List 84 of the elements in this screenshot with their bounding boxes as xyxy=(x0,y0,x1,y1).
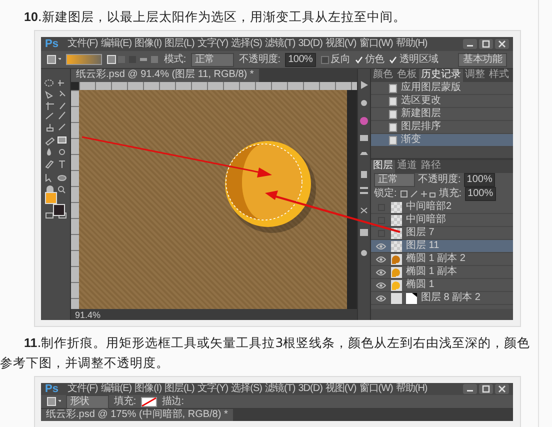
visibility-icon[interactable] xyxy=(376,242,386,250)
visibility-icon[interactable] xyxy=(376,268,386,276)
fill-swatch[interactable] xyxy=(140,396,157,406)
app-logo: Ps xyxy=(45,383,58,395)
checkbox-label: 透明区域 xyxy=(399,54,438,66)
checkbox[interactable] xyxy=(320,56,329,64)
menu-item[interactable]: 视图(V) xyxy=(325,383,356,395)
document-tab[interactable]: 纸云彩.psd @ 91.4% (图层 11, RGB/8) * xyxy=(71,69,259,82)
checkbox-label: 仿色 xyxy=(364,54,384,66)
history-item[interactable]: 应用图层蒙版 xyxy=(371,82,513,95)
blend-mode-dropdown[interactable]: 正常 xyxy=(374,173,415,187)
history-item[interactable]: 选区更改 xyxy=(371,95,513,108)
option-label: 不透明度: xyxy=(238,54,280,66)
panel-tab[interactable]: 颜色 xyxy=(371,69,395,82)
menu-item[interactable]: 文件(F) xyxy=(67,38,98,50)
foreground-color-swatch[interactable] xyxy=(44,192,56,204)
layer-row[interactable]: 中间暗部 xyxy=(371,214,513,227)
layer-thumbnail xyxy=(391,202,402,212)
menu-item[interactable]: 图像(I) xyxy=(134,38,162,50)
layer-thumbnail xyxy=(391,214,402,226)
layer-row[interactable]: 中间暗部2 xyxy=(371,201,513,214)
visibility-icon[interactable] xyxy=(376,282,386,288)
menu-item[interactable]: 3D(D) xyxy=(298,38,322,50)
gradient-picker[interactable] xyxy=(66,54,102,65)
panel-tab[interactable]: 通道 xyxy=(395,160,419,173)
option-label: 模式: xyxy=(164,54,186,66)
dropdown[interactable]: 形状 xyxy=(66,394,109,408)
panel-tab[interactable]: 历史记录 xyxy=(419,69,463,82)
background-color-swatch[interactable] xyxy=(52,204,64,216)
layer-row[interactable]: 图层 11 xyxy=(371,240,513,253)
layer-thumbnail xyxy=(391,292,417,304)
menu-item[interactable]: 选择(S) xyxy=(231,383,262,395)
history-item[interactable]: 渐变 xyxy=(371,134,513,147)
menu-item[interactable]: 滤镜(T) xyxy=(264,38,296,50)
panel-tab[interactable]: 图层 xyxy=(371,160,395,173)
maximize-icon[interactable] xyxy=(482,40,490,48)
menu-item[interactable]: 编辑(E) xyxy=(100,383,132,395)
menu-item[interactable]: 3D(D) xyxy=(298,383,322,395)
app-logo: Ps xyxy=(45,38,58,50)
gradient-tool-icon[interactable] xyxy=(47,397,61,406)
menu-item[interactable]: 帮助(H) xyxy=(396,383,428,395)
step-text: 11.制作折痕。用矩形选框工具或矢量工具拉3根竖线条，颜色从左到右由浅至深的，颜色参考下图，并调整不透明度。 xyxy=(0,334,532,372)
menu-item[interactable]: 图像(I) xyxy=(134,383,162,395)
menu-item[interactable]: 帮助(H) xyxy=(396,38,428,50)
visibility-icon[interactable] xyxy=(376,294,386,302)
menu-item[interactable]: 图层(L) xyxy=(164,383,194,395)
step-text: 10.新建图层，以最上层太阳作为选区，用渐变工具从左拉至中间。 xyxy=(23,8,407,26)
lock-options-icon[interactable] xyxy=(400,190,436,198)
lock-label: 锁定: xyxy=(374,188,397,200)
document-tab[interactable]: 纸云彩.psd @ 175% (中间暗部, RGB/8) * xyxy=(41,409,233,421)
menu-item[interactable]: 视图(V) xyxy=(325,38,356,50)
menu-item[interactable]: 编辑(E) xyxy=(100,38,132,50)
panel-tab[interactable]: 色板 xyxy=(395,69,419,82)
layer-row[interactable]: 椭圆 1 副本 xyxy=(371,266,513,279)
gradient-types-icon[interactable] xyxy=(107,55,159,64)
opacity-label: 不透明度: xyxy=(418,174,461,186)
layer-row[interactable]: 图层 8 副本 2 xyxy=(371,292,513,305)
menu-item[interactable]: 图层(L) xyxy=(164,38,194,50)
option-label: 填充: xyxy=(114,396,136,408)
zoom-level: 91.4% xyxy=(75,310,101,320)
fill-field[interactable]: 100% xyxy=(464,187,496,201)
history-item[interactable]: 新建图层 xyxy=(371,108,513,121)
input-field[interactable]: 100% xyxy=(285,52,316,66)
menu-item[interactable]: 选择(S) xyxy=(231,38,262,50)
option-label: 描边: xyxy=(162,396,184,408)
close-icon[interactable] xyxy=(498,40,506,48)
menu-item[interactable]: 文字(Y) xyxy=(197,38,228,50)
panel-tab[interactable]: 样式 xyxy=(487,69,511,82)
close-icon[interactable] xyxy=(498,385,506,393)
panel-tab[interactable]: 路径 xyxy=(419,160,443,173)
layer-row[interactable]: 椭圆 1 xyxy=(371,279,513,292)
layer-thumbnail xyxy=(391,240,402,252)
opacity-field[interactable]: 100% xyxy=(464,173,496,187)
panel-tab[interactable]: 调整 xyxy=(463,69,487,82)
maximize-icon[interactable] xyxy=(482,385,490,393)
menu-item[interactable]: 窗口(W) xyxy=(359,38,393,50)
gradient-tool-icon[interactable] xyxy=(47,55,61,64)
fill-label: 填充: xyxy=(438,188,462,200)
layer-row[interactable]: 椭圆 1 副本 2 xyxy=(371,253,513,266)
menu-item[interactable]: 滤镜(T) xyxy=(264,383,296,395)
checkbox-label: 反向 xyxy=(330,54,350,66)
dropdown[interactable]: 正常 xyxy=(190,52,234,66)
visibility-icon[interactable] xyxy=(376,256,386,262)
workspace-button[interactable]: 基本功能 xyxy=(458,52,507,66)
